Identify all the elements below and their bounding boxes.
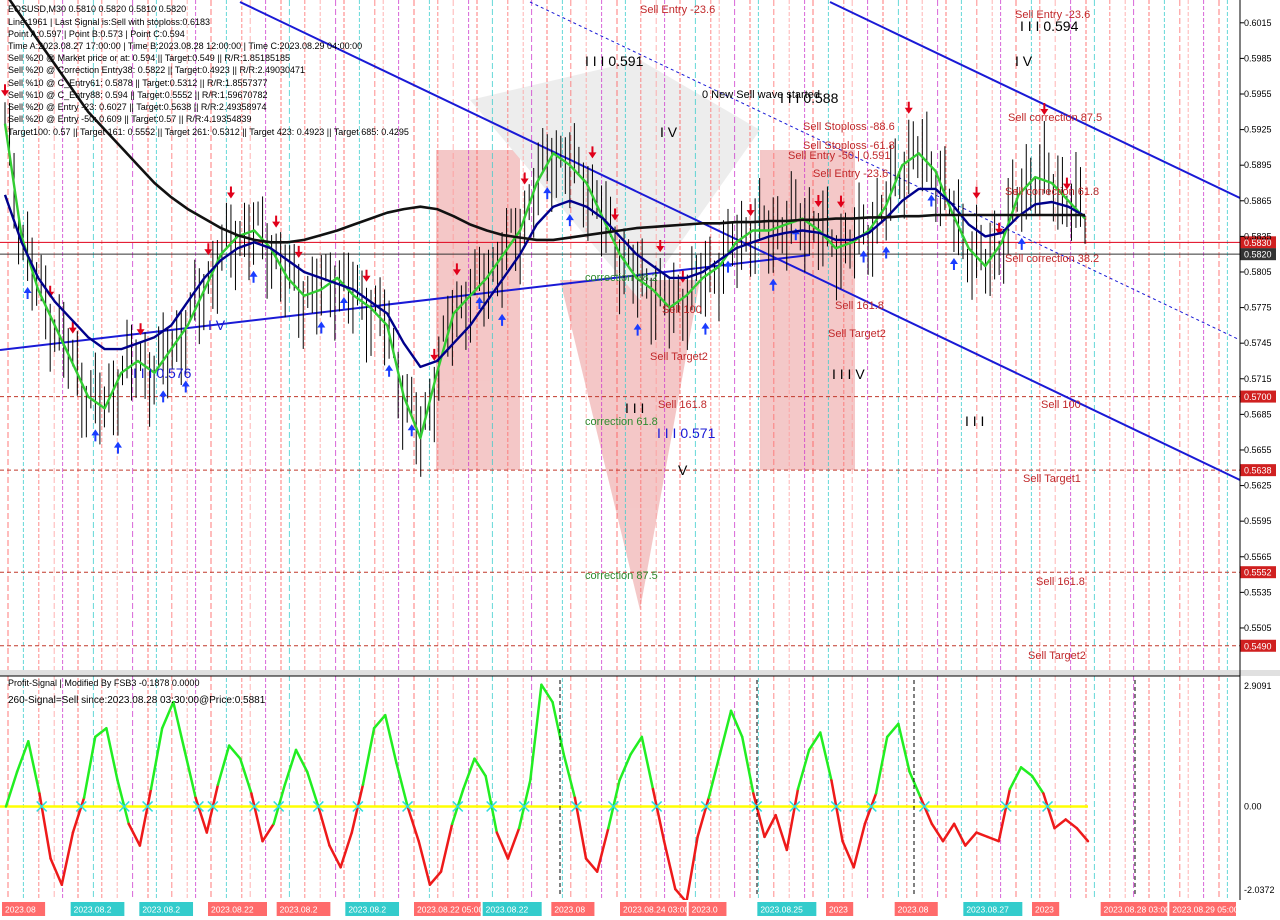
panel-separator [0, 670, 1280, 676]
price-tick-label: 0.5685 [1244, 409, 1272, 419]
price-tick-label: 0.5715 [1244, 374, 1272, 384]
price-tick-label: 0.5565 [1244, 552, 1272, 562]
oscillator-subtitle: 260-Signal=Sell since:2023.08.28 03:30:0… [8, 695, 266, 706]
chart-annotation: I I I 0.588 [780, 90, 839, 106]
info-line: Sell %20 @ Market price or at: 0.594 || … [8, 53, 290, 63]
chart-annotation: I I I 0.576 [133, 365, 192, 381]
chart-annotation: I I I V [832, 366, 865, 382]
price-tick-label: 0.5625 [1244, 481, 1272, 491]
chart-annotation: correction 38.2 [585, 272, 658, 284]
price-tick-label: 0.5775 [1244, 303, 1272, 313]
info-line: Sell %20 @ Correction Entry38: 0.5822 ||… [8, 65, 305, 75]
price-tick-label: 0.5925 [1244, 125, 1272, 135]
time-label: 2023.08.22 [211, 905, 254, 915]
time-label: 2023 [829, 905, 848, 915]
price-tick-label: 0.6015 [1244, 18, 1272, 28]
info-line: Target100: 0.57 || Target 161: 0.5552 ||… [8, 127, 409, 137]
time-label: 2023.08.28 03:00 [1104, 905, 1170, 915]
time-label: 2023.08 [898, 905, 929, 915]
chart-annotation: I I I [625, 400, 644, 416]
price-tick-label: 0.5835 [1244, 231, 1272, 241]
chart-annotation: I V [208, 317, 226, 333]
chart-annotation: Sell 161.8 [835, 300, 884, 312]
chart-annotation: Sell Target2 [1028, 650, 1086, 662]
chart-annotation: Sell Entry -50 | 0.591 [788, 150, 891, 162]
oscillator-tick-label: 0.00 [1244, 801, 1262, 811]
time-label: 2023.08.27 [966, 905, 1009, 915]
chart-annotation: V [678, 462, 688, 478]
time-label: 2023 [1035, 905, 1054, 915]
chart-annotation: Sell correction 38.2 [1005, 253, 1099, 265]
chart-annotation: I I I 0.591 [585, 53, 644, 69]
time-label: 2023.0 [692, 905, 718, 915]
time-axis: 2023.08 2023.08.2 2023.08.2 2023.08.22 2023.… [0, 900, 1280, 920]
chart-annotation: correction 87.5 [585, 570, 658, 582]
chart-annotation: Sell 161.8 [1036, 576, 1085, 588]
chart-annotation: Sell Target2 [828, 328, 886, 340]
level-label: 0.5700 [1244, 392, 1272, 402]
info-line: Sell %10 @ C_Entry88: 0.594 || Target:0.… [8, 90, 267, 100]
chart-annotation: I I I 0.594 [1020, 18, 1079, 34]
chart-annotation: Sell Entry -23.6 [640, 4, 715, 16]
oscillator-tick-label: 2.9091 [1244, 681, 1272, 691]
price-tick-label: 0.5655 [1244, 445, 1272, 455]
info-line: Sell %20 @ Entry -50: 0.609 || Target:0.… [8, 114, 251, 124]
time-label: 2023.08.22 05:00 [417, 905, 483, 915]
time-label: 2023.08.25 [760, 905, 803, 915]
chart-annotation: Sell correction 61.8 [1005, 186, 1099, 198]
time-label: 2023.08 [5, 905, 36, 915]
price-tick-label: 0.5535 [1244, 587, 1272, 597]
time-label: 2023.08.2 [280, 905, 318, 915]
price-tick-label: 0.5865 [1244, 196, 1272, 206]
info-line: Point A:0.597 | Point B:0.573 | Point C:… [8, 29, 185, 39]
info-line: Sell %10 @ C_Entry61: 0.5878 || Target:0… [8, 78, 267, 88]
time-label: 2023.08.2 [142, 905, 180, 915]
trading-chart: 0.58300.58200.57000.56380.55520.5490 0.6… [0, 0, 1280, 920]
level-label: 0.5820 [1244, 250, 1272, 260]
level-label: 0.5490 [1244, 641, 1272, 651]
chart-annotation: Sell Entry -23.6 [813, 168, 888, 180]
symbol-line: EOSUSD,M30 0.5810 0.5820 0.5810 0.5820 [8, 4, 186, 14]
price-tick-label: 0.5595 [1244, 516, 1272, 526]
chart-annotation: Sell Stoploss -88.6 [803, 121, 895, 133]
chart-annotation: I I I 0.571 [657, 425, 716, 441]
price-tick-label: 0.5745 [1244, 338, 1272, 348]
price-tick-label: 0.5805 [1244, 267, 1272, 277]
oscillator-tick-label: -2.0372 [1244, 885, 1275, 895]
time-label: 2023.08 [554, 905, 585, 915]
chart-annotation: I V [660, 124, 678, 140]
price-tick-label: 0.5955 [1244, 89, 1272, 99]
chart-annotation: Sell Target1 [1023, 473, 1081, 485]
info-line: Sell %20 @ Entry -23: 0.6027 || Target:0… [8, 102, 266, 112]
chart-annotation: correction 61.8 [585, 416, 658, 428]
time-label: 2023.08.24 03:00 [623, 905, 689, 915]
info-line: Line:1961 | Last Signal is:Sell with sto… [8, 17, 210, 27]
time-label: 2023.08.2 [74, 905, 112, 915]
price-tick-label: 0.5985 [1244, 53, 1272, 63]
oscillator-title: Profit-Signal | Modified By FSB3 -0.1878… [8, 678, 199, 688]
chart-annotation: Sell Target2 [650, 351, 708, 363]
price-tick-label: 0.5895 [1244, 160, 1272, 170]
chart-annotation: Sell 100 [1041, 399, 1081, 411]
level-label: 0.5552 [1244, 568, 1272, 578]
time-label: 2023.08.2 [348, 905, 386, 915]
chart-annotation: Sell 161.8 [658, 399, 707, 411]
chart-annotation: Sell correction 87.5 [1008, 112, 1102, 124]
time-label: 2023.08.22 [486, 905, 529, 915]
chart-annotation: I V [1015, 53, 1033, 69]
chart-annotation: I I I [965, 413, 984, 429]
info-line: Time A:2023.08.27 17:00:00 | Time B:2023… [8, 41, 362, 51]
time-label: 2023.08.29 05:00 [1172, 905, 1238, 915]
level-label: 0.5638 [1244, 466, 1272, 476]
price-tick-label: 0.5505 [1244, 623, 1272, 633]
chart-annotation: Sell 100 [662, 304, 702, 316]
